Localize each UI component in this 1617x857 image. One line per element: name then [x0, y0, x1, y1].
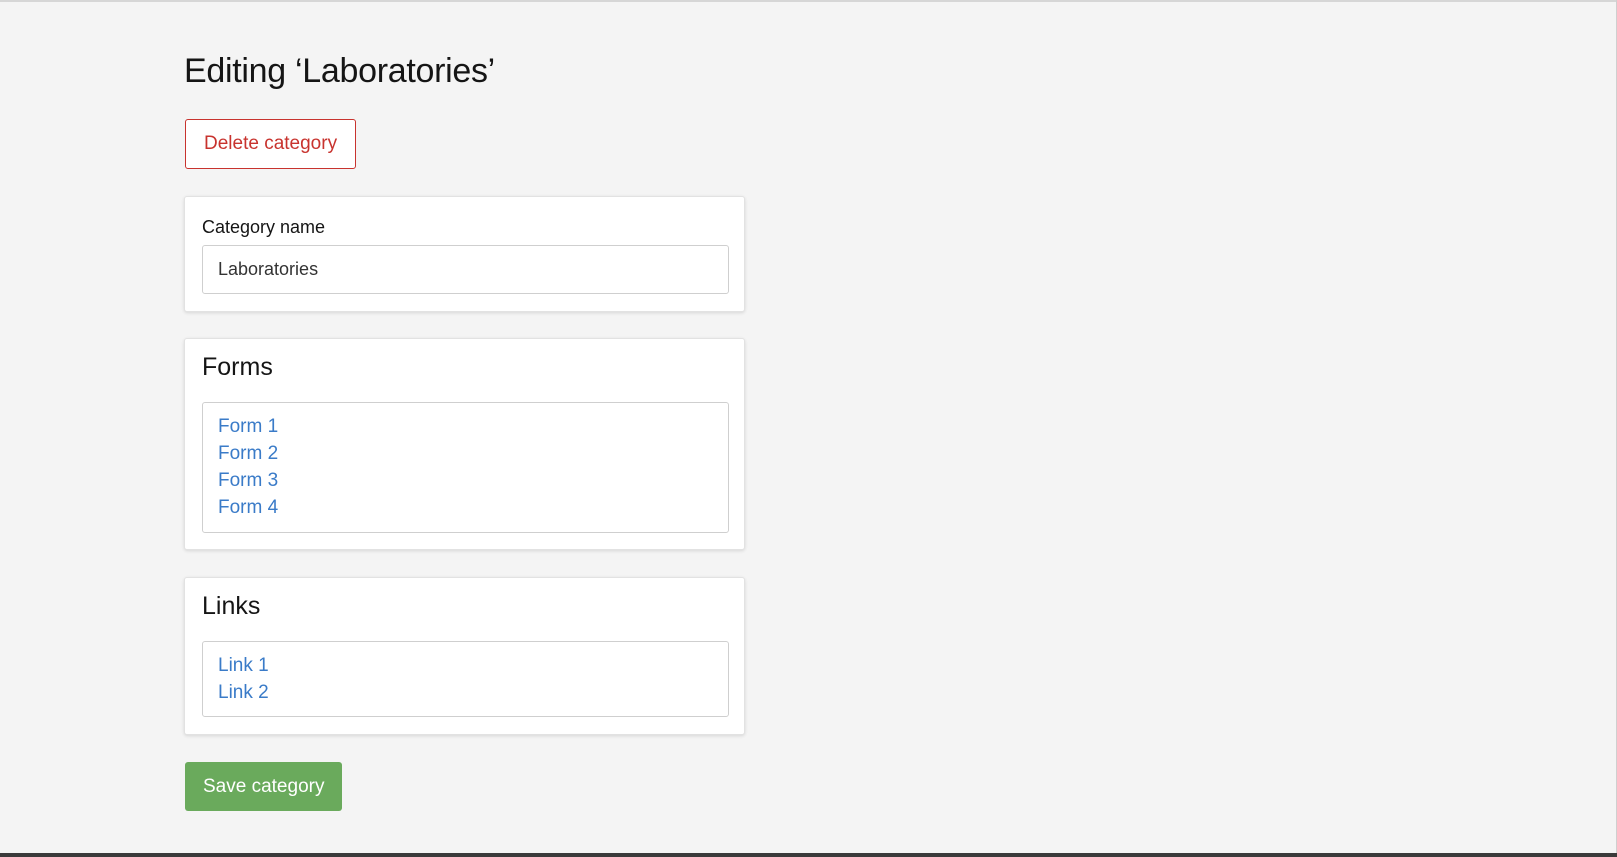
forms-heading: Forms [202, 353, 273, 381]
category-name-panel: Category name [184, 196, 745, 312]
window-bottom-border [0, 853, 1617, 857]
links-list: Link 1 Link 2 [218, 652, 713, 706]
category-name-label: Category name [202, 217, 326, 237]
link-item-1[interactable]: Link 1 [218, 655, 269, 676]
form-link-3[interactable]: Form 3 [218, 470, 278, 491]
list-item: Link 2 [218, 679, 713, 706]
forms-list-box: Form 1 Form 2 Form 3 Form 4 [202, 402, 729, 533]
link-item-2[interactable]: Link 2 [218, 682, 269, 703]
category-name-input[interactable] [202, 245, 729, 294]
window-top-border [0, 0, 1617, 2]
form-link-4[interactable]: Form 4 [218, 497, 278, 518]
delete-category-button[interactable]: Delete category [185, 119, 357, 169]
save-category-button[interactable]: Save category [185, 762, 343, 811]
list-item: Form 4 [218, 494, 713, 521]
forms-list: Form 1 Form 2 Form 3 Form 4 [218, 413, 713, 521]
forms-panel: Forms Form 1 Form 2 Form 3 Form 4 [184, 338, 745, 550]
list-item: Form 3 [218, 467, 713, 494]
list-item: Form 2 [218, 440, 713, 467]
page-title: Editing ‘Laboratories’ [184, 52, 495, 90]
form-link-2[interactable]: Form 2 [218, 443, 278, 464]
list-item: Form 1 [218, 413, 713, 440]
form-link-1[interactable]: Form 1 [218, 416, 278, 437]
links-panel: Links Link 1 Link 2 [184, 577, 745, 735]
links-list-box: Link 1 Link 2 [202, 641, 729, 717]
links-heading: Links [202, 592, 261, 620]
list-item: Link 1 [218, 652, 713, 679]
